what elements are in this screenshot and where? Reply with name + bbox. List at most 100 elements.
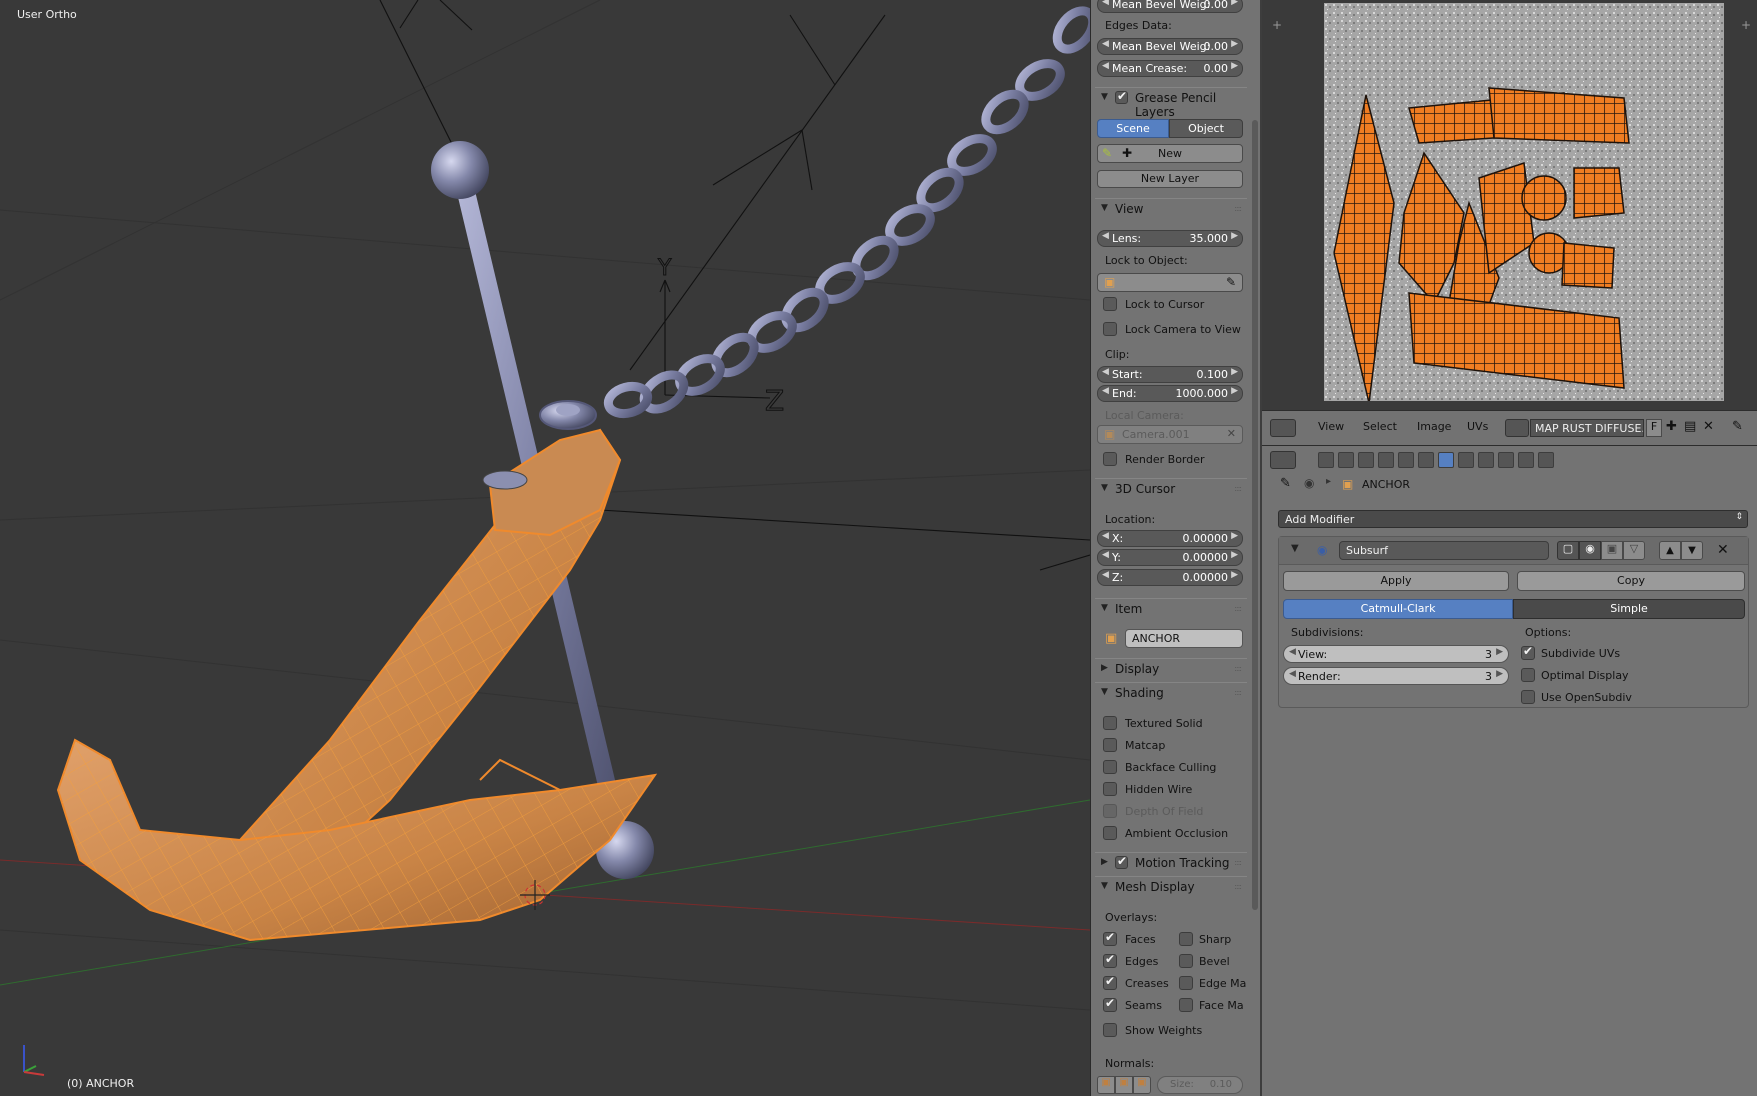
render-camera-icon[interactable]: ▢ xyxy=(1557,541,1579,560)
viewport-eye-icon[interactable]: ◉ xyxy=(1579,541,1601,560)
open-image-icon[interactable]: ▤ xyxy=(1684,419,1696,434)
decrement-arrow-icon[interactable]: ◀ xyxy=(1102,231,1109,241)
modifiers-tab-icon[interactable] xyxy=(1438,452,1454,468)
drag-grip-icon[interactable]: :::: xyxy=(1234,882,1242,891)
world-tab-icon[interactable] xyxy=(1378,452,1394,468)
lens-field[interactable]: ◀ Lens: 35.000 ▶ xyxy=(1097,230,1243,247)
fake-user-button[interactable]: F xyxy=(1646,419,1662,437)
data-tab-icon[interactable] xyxy=(1458,452,1474,468)
face-marks-overlay-checkbox[interactable] xyxy=(1179,998,1193,1012)
decrement-arrow-icon[interactable]: ◀ xyxy=(1102,367,1109,377)
texture-tab-icon[interactable] xyxy=(1498,452,1514,468)
grease-pencil-new-button[interactable]: New xyxy=(1158,147,1182,160)
drag-grip-icon[interactable]: :::: xyxy=(1234,604,1242,613)
physics-tab-icon[interactable] xyxy=(1538,452,1554,468)
clear-x-icon[interactable]: ✕ xyxy=(1227,427,1236,440)
particles-tab-icon[interactable] xyxy=(1518,452,1534,468)
catmull-clark-tab[interactable]: Catmull-Clark xyxy=(1283,599,1513,619)
item-section-header[interactable]: ▼ Item :::: xyxy=(1095,598,1247,618)
edge-marks-overlay-checkbox[interactable] xyxy=(1179,976,1193,990)
increment-arrow-icon[interactable]: ▶ xyxy=(1231,61,1238,71)
drag-grip-icon[interactable]: :::: xyxy=(1234,858,1242,867)
move-down-icon[interactable]: ▼ xyxy=(1681,541,1703,560)
region-plus-right-icon[interactable]: + xyxy=(1741,18,1751,32)
view-section-header[interactable]: ▼ View :::: xyxy=(1095,198,1247,218)
sharp-overlay-checkbox[interactable] xyxy=(1179,932,1193,946)
drag-grip-icon[interactable]: :::: xyxy=(1234,664,1242,673)
mean-bevel-weight-edge-field[interactable]: ◀ Mean Bevel Weig: 0.00 ▶ xyxy=(1097,38,1243,55)
increment-arrow-icon[interactable]: ▶ xyxy=(1231,231,1238,241)
creases-overlay-checkbox[interactable] xyxy=(1103,974,1117,990)
decrement-arrow-icon[interactable]: ◀ xyxy=(1102,550,1109,560)
remove-modifier-close-icon[interactable]: ✕ xyxy=(1717,542,1729,558)
clip-start-field[interactable]: ◀ Start: 0.100 ▶ xyxy=(1097,366,1243,383)
motion-tracking-section-header[interactable]: ▶ Motion Tracking :::: xyxy=(1095,852,1247,872)
new-plus-icon[interactable]: ✚ xyxy=(1122,146,1132,160)
decrement-arrow-icon[interactable]: ◀ xyxy=(1102,386,1109,396)
bevel-overlay-checkbox[interactable] xyxy=(1179,954,1193,968)
increment-arrow-icon[interactable]: ▶ xyxy=(1231,0,1238,7)
grease-pencil-object-tab[interactable]: Object xyxy=(1169,119,1243,138)
clip-end-field[interactable]: ◀ End: 1000.000 ▶ xyxy=(1097,385,1243,402)
grease-pencil-section-header[interactable]: ▼ Grease Pencil Layers xyxy=(1095,87,1247,119)
sidebar-scrollbar[interactable] xyxy=(1252,120,1258,910)
pencil-icon[interactable]: ✎ xyxy=(1102,146,1112,160)
cursor-y-field[interactable]: ◀ Y: 0.00000 ▶ xyxy=(1097,549,1243,566)
menu-select[interactable]: Select xyxy=(1363,420,1397,433)
decrement-arrow-icon[interactable]: ◀ xyxy=(1102,0,1109,7)
grease-pencil-scene-tab[interactable]: Scene xyxy=(1097,119,1169,138)
apply-button[interactable]: Apply xyxy=(1283,571,1509,591)
grease-pencil-enable-checkbox[interactable] xyxy=(1115,89,1128,104)
decrement-arrow-icon[interactable]: ◀ xyxy=(1102,531,1109,541)
show-weights-checkbox[interactable] xyxy=(1103,1023,1117,1037)
subdivision-render-field[interactable]: ◀ Render: 3 ▶ xyxy=(1283,667,1509,685)
increment-arrow-icon[interactable]: ▶ xyxy=(1231,570,1238,580)
increment-arrow-icon[interactable]: ▶ xyxy=(1231,367,1238,377)
faces-overlay-checkbox[interactable] xyxy=(1103,930,1117,946)
subdivision-view-field[interactable]: ◀ View: 3 ▶ xyxy=(1283,645,1509,663)
render-tab-icon[interactable] xyxy=(1318,452,1334,468)
edit-mode-icon[interactable]: ▣ xyxy=(1601,541,1623,560)
properties-editor-type-icon[interactable] xyxy=(1270,451,1296,469)
split-normal-icon[interactable]: ▣ xyxy=(1115,1076,1133,1094)
scene-tab-icon[interactable] xyxy=(1358,452,1374,468)
cursor-x-field[interactable]: ◀ X: 0.00000 ▶ xyxy=(1097,530,1243,547)
item-name-field[interactable]: ANCHOR xyxy=(1125,629,1243,648)
new-image-icon[interactable]: ✚ xyxy=(1666,419,1677,434)
3d-viewport[interactable]: Y Z User Ortho (0) ANCHOR xyxy=(0,0,1090,1096)
menu-image[interactable]: Image xyxy=(1417,420,1451,433)
cursor-z-field[interactable]: ◀ Z: 0.00000 ▶ xyxy=(1097,569,1243,586)
eyedropper-icon[interactable]: ✎ xyxy=(1226,275,1236,289)
edges-overlay-checkbox[interactable] xyxy=(1103,952,1117,968)
move-up-icon[interactable]: ▲ xyxy=(1659,541,1681,560)
decrement-arrow-icon[interactable]: ◀ xyxy=(1102,61,1109,71)
ambient-occlusion-checkbox[interactable] xyxy=(1103,826,1117,840)
properties-sidebar[interactable]: ◀ Mean Bevel Weig: 0.00 ▶ Edges Data: ◀ … xyxy=(1090,0,1260,1096)
vertex-normal-icon[interactable]: ▣ xyxy=(1097,1076,1115,1094)
on-cage-icon[interactable]: ▽ xyxy=(1623,541,1645,560)
increment-arrow-icon[interactable]: ▶ xyxy=(1231,550,1238,560)
increment-arrow-icon[interactable]: ▶ xyxy=(1496,647,1503,657)
hidden-wire-checkbox[interactable] xyxy=(1103,782,1117,796)
decrement-arrow-icon[interactable]: ◀ xyxy=(1102,570,1109,580)
subdivide-uvs-checkbox[interactable] xyxy=(1521,644,1535,660)
increment-arrow-icon[interactable]: ▶ xyxy=(1231,531,1238,541)
object-tab-icon[interactable] xyxy=(1398,452,1414,468)
new-layer-button[interactable]: New Layer xyxy=(1097,170,1243,188)
modifier-name-field[interactable]: Subsurf xyxy=(1339,541,1549,560)
lock-to-object-field[interactable]: ▣ ✎ xyxy=(1097,273,1243,292)
material-tab-icon[interactable] xyxy=(1478,452,1494,468)
pin-image-icon[interactable]: ✎ xyxy=(1732,419,1743,434)
render-layers-tab-icon[interactable] xyxy=(1338,452,1354,468)
textured-solid-checkbox[interactable] xyxy=(1103,716,1117,730)
menu-uvs[interactable]: UVs xyxy=(1467,420,1488,433)
image-name-field[interactable]: MAP RUST DIFFUSE... xyxy=(1530,419,1644,437)
region-plus-icon[interactable]: + xyxy=(1272,18,1282,32)
optimal-display-checkbox[interactable] xyxy=(1521,668,1535,682)
drag-grip-icon[interactable]: :::: xyxy=(1234,204,1242,213)
display-section-header[interactable]: ▶ Display :::: xyxy=(1095,658,1247,678)
motion-tracking-checkbox[interactable] xyxy=(1115,854,1128,869)
lock-to-cursor-checkbox[interactable] xyxy=(1103,297,1117,311)
decrement-arrow-icon[interactable]: ◀ xyxy=(1289,669,1296,679)
use-opensubdiv-checkbox[interactable] xyxy=(1521,690,1535,704)
